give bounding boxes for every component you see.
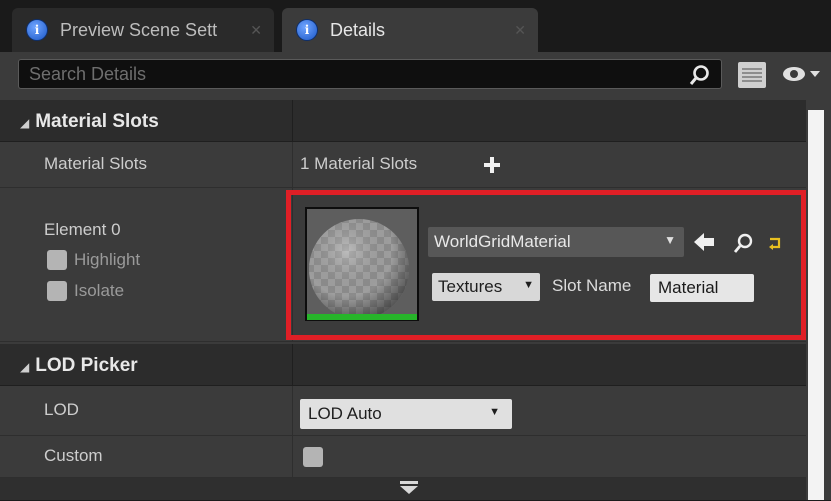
highlight-checkbox[interactable] — [47, 250, 67, 270]
close-icon[interactable]: ✕ — [514, 22, 526, 39]
collapse-arrow-icon: ◢ — [20, 360, 30, 374]
dropdown-arrow-icon: ▼ — [664, 233, 676, 247]
eye-visibility-icon[interactable] — [782, 64, 824, 89]
material-combo[interactable]: WorldGridMaterial ▼ — [428, 227, 684, 257]
search-input[interactable] — [19, 60, 721, 88]
custom-label: Custom — [44, 446, 103, 465]
thumbnail-status-bar — [307, 314, 417, 320]
lod-label: LOD — [44, 400, 79, 419]
custom-checkbox[interactable] — [303, 447, 323, 467]
reset-to-default-icon[interactable] — [768, 236, 782, 255]
info-icon: i — [26, 19, 48, 41]
collapse-arrow-icon: ◢ — [20, 116, 30, 130]
tab-label: Preview Scene Sett — [60, 19, 218, 40]
slot-name-input[interactable] — [650, 274, 754, 302]
material-slots-row: Material Slots 1 Material Slots — [0, 142, 806, 188]
custom-row: Custom — [0, 436, 806, 478]
tab-bar: i Preview Scene Sett ✕ i Details ✕ — [0, 0, 831, 52]
tab-preview-scene-settings[interactable]: i Preview Scene Sett ✕ — [12, 8, 274, 52]
add-material-slot-icon[interactable] — [484, 157, 500, 173]
lod-value: LOD Auto — [308, 404, 382, 423]
slot-name-field — [650, 274, 754, 302]
category-lod-picker[interactable]: ◢ LOD Picker — [0, 344, 806, 386]
isolate-label: Isolate — [74, 281, 125, 300]
view-options-icon[interactable] — [738, 62, 766, 88]
info-icon: i — [296, 19, 318, 41]
scrollbar[interactable] — [808, 110, 824, 500]
highlight-label: Highlight — [74, 250, 141, 269]
search-box — [18, 59, 722, 89]
element-label: Element 0 — [44, 220, 121, 239]
tab-label: Details — [330, 19, 386, 40]
expand-footer[interactable] — [0, 478, 806, 500]
textures-dropdown-button[interactable]: Textures ▼ — [432, 273, 540, 301]
tab-details[interactable]: i Details ✕ — [282, 8, 538, 52]
category-title: Material Slots — [35, 111, 159, 132]
dropdown-arrow-icon: ▼ — [489, 406, 500, 418]
category-material-slots[interactable]: ◢ Material Slots — [0, 100, 806, 142]
material-slots-count: 1 Material Slots — [300, 154, 418, 173]
search-icon[interactable] — [689, 64, 711, 91]
material-thumbnail[interactable] — [305, 207, 419, 321]
slot-name-label: Slot Name — [552, 276, 632, 295]
category-title: LOD Picker — [35, 355, 138, 376]
close-icon[interactable]: ✕ — [250, 22, 262, 39]
isolate-checkbox[interactable] — [47, 281, 67, 301]
material-name: WorldGridMaterial — [434, 232, 571, 251]
lod-dropdown[interactable]: LOD Auto ▼ — [300, 399, 512, 429]
expand-down-arrow-icon[interactable] — [398, 480, 420, 501]
details-panel: ◢ Material Slots Material Slots 1 Materia… — [0, 52, 831, 500]
material-slots-label: Material Slots — [44, 154, 147, 173]
use-selected-arrow-icon[interactable] — [693, 231, 715, 258]
dropdown-arrow-icon: ▼ — [523, 279, 534, 291]
search-row — [0, 52, 831, 98]
browse-search-icon[interactable] — [733, 232, 755, 259]
